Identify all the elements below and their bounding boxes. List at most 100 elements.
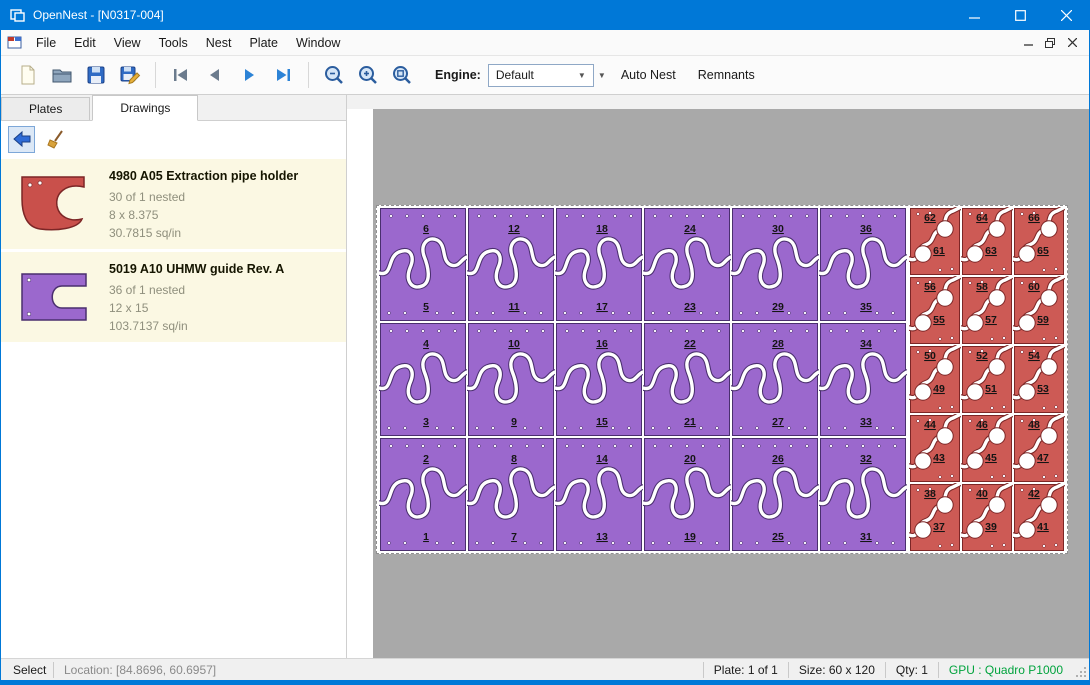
zoom-out-icon[interactable] xyxy=(319,60,349,90)
nested-part-pair[interactable]: 109 xyxy=(467,322,555,437)
engine-dropdown-arrow-icon[interactable]: ▼ xyxy=(594,64,610,87)
part-number: 41 xyxy=(1037,521,1049,533)
auto-nest-button[interactable]: Auto Nest xyxy=(621,68,676,82)
nested-part-pair[interactable]: 1615 xyxy=(555,322,643,437)
engine-select[interactable]: Default ▼ xyxy=(488,64,594,87)
left-panel: Plates Drawings xyxy=(1,95,347,658)
part-number: 25 xyxy=(772,531,784,543)
back-arrow-icon[interactable] xyxy=(8,126,35,153)
nested-part-pair[interactable]: 5453 xyxy=(1013,345,1065,414)
opennest-window: OpenNest - [N0317-004] File Edit View To… xyxy=(0,0,1090,685)
mdi-restore-icon[interactable] xyxy=(1039,33,1061,53)
nested-part-pair[interactable]: 21 xyxy=(379,437,467,552)
nested-part-pair[interactable]: 2221 xyxy=(643,322,731,437)
nested-part-pair[interactable]: 24 23 xyxy=(643,207,731,322)
part-number: 54 xyxy=(1028,350,1040,362)
nested-part-pair[interactable]: 3433 xyxy=(819,322,907,437)
remnants-button[interactable]: Remnants xyxy=(698,68,755,82)
plate[interactable]: 6512111817242330293635431091615222128273… xyxy=(376,205,1068,554)
nest-canvas[interactable]: 6512111817242330293635431091615222128273… xyxy=(347,95,1089,658)
part-number: 57 xyxy=(985,314,997,326)
app-icon xyxy=(1,7,33,23)
new-document-icon[interactable] xyxy=(13,60,43,90)
mdi-minimize-icon[interactable] xyxy=(1017,33,1039,53)
part-number: 22 xyxy=(684,338,696,350)
menu-window[interactable]: Window xyxy=(287,30,349,55)
nested-part-pair[interactable]: 43 xyxy=(379,322,467,437)
drawing-list: 4980 A05 Extraction pipe holder 30 of 1 … xyxy=(1,157,346,658)
part-number: 24 xyxy=(684,223,696,235)
nested-part-pair[interactable]: 4241 xyxy=(1013,483,1065,552)
menu-nest[interactable]: Nest xyxy=(197,30,241,55)
maximize-icon[interactable] xyxy=(997,0,1043,30)
menu-plate[interactable]: Plate xyxy=(240,30,287,55)
drawing-size: 8 x 8.375 xyxy=(109,206,298,224)
nested-part-pair[interactable]: 4645 xyxy=(961,414,1013,483)
go-next-icon[interactable] xyxy=(234,60,264,90)
part-number: 14 xyxy=(596,453,608,465)
go-first-icon[interactable] xyxy=(166,60,196,90)
menu-file[interactable]: File xyxy=(27,30,65,55)
nested-part-pair[interactable]: 3231 xyxy=(819,437,907,552)
nested-part-pair[interactable]: 1817 xyxy=(555,207,643,322)
save-as-icon[interactable] xyxy=(115,60,145,90)
part-number: 36 xyxy=(860,223,872,235)
drawing-title: 5019 A10 UHMW guide Rev. A xyxy=(109,262,284,276)
menu-tools[interactable]: Tools xyxy=(150,30,197,55)
nested-part-pair[interactable]: 65 xyxy=(379,207,467,322)
nested-part-pair[interactable]: 5655 xyxy=(909,276,961,345)
nested-part-pair[interactable]: 1413 xyxy=(555,437,643,552)
mdi-close-icon[interactable] xyxy=(1061,33,1083,53)
part-number: 30 xyxy=(772,223,784,235)
nested-part-pair[interactable]: 4443 xyxy=(909,414,961,483)
part-number: 23 xyxy=(684,301,696,313)
title-bar: OpenNest - [N0317-004] xyxy=(1,0,1089,30)
nested-part-pair[interactable]: 2625 xyxy=(731,437,819,552)
go-previous-icon[interactable] xyxy=(200,60,230,90)
nested-part-pair[interactable]: 2827 xyxy=(731,322,819,437)
menu-bar: File Edit View Tools Nest Plate Window xyxy=(1,30,1089,56)
part-number: 44 xyxy=(924,419,936,431)
nested-part-pair[interactable]: 1211 xyxy=(467,207,555,322)
nested-part-pair[interactable]: 4847 xyxy=(1013,414,1065,483)
nested-part-pair[interactable]: 3635 xyxy=(819,207,907,322)
nested-part-pair[interactable]: 6261 xyxy=(909,207,961,276)
nested-part-pair[interactable]: 3029 xyxy=(731,207,819,322)
resize-grip[interactable] xyxy=(1073,659,1089,680)
part-number: 10 xyxy=(508,338,520,350)
go-last-icon[interactable] xyxy=(268,60,298,90)
list-item[interactable]: 4980 A05 Extraction pipe holder 30 of 1 … xyxy=(1,159,346,249)
nested-part-pair[interactable]: 3837 xyxy=(909,483,961,552)
tab-plates[interactable]: Plates xyxy=(1,97,90,120)
nested-part-pair[interactable]: 6059 xyxy=(1013,276,1065,345)
gpu-status: GPU : Quadro P1000 xyxy=(939,663,1073,677)
nested-part-pair[interactable]: 87 xyxy=(467,437,555,552)
drawings-toolbar xyxy=(1,121,346,157)
menu-edit[interactable]: Edit xyxy=(65,30,105,55)
tab-drawings[interactable]: Drawings xyxy=(92,95,198,121)
nested-part-pair[interactable]: 4039 xyxy=(961,483,1013,552)
nested-part-pair[interactable]: 2019 xyxy=(643,437,731,552)
nested-part-pair[interactable]: 6665 xyxy=(1013,207,1065,276)
drawing-area: 103.7137 sq/in xyxy=(109,317,284,335)
minimize-icon[interactable] xyxy=(951,0,997,30)
part-number: 31 xyxy=(860,531,872,543)
zoom-in-icon[interactable] xyxy=(353,60,383,90)
window-bottom-border xyxy=(1,680,1089,685)
menu-view[interactable]: View xyxy=(105,30,150,55)
part-thumbnail-red xyxy=(9,166,99,242)
close-icon[interactable] xyxy=(1043,0,1089,30)
clean-broom-icon[interactable] xyxy=(42,126,69,153)
open-file-icon[interactable] xyxy=(47,60,77,90)
save-icon[interactable] xyxy=(81,60,111,90)
part-number: 60 xyxy=(1028,281,1040,293)
window-title: OpenNest - [N0317-004] xyxy=(33,8,951,22)
nested-part-pair[interactable]: 6463 xyxy=(961,207,1013,276)
engine-selected-value: Default xyxy=(496,68,534,82)
nested-part-pair[interactable]: 5049 xyxy=(909,345,961,414)
nested-part-pair[interactable]: 5857 xyxy=(961,276,1013,345)
zoom-fit-icon[interactable] xyxy=(387,60,417,90)
nested-part-pair[interactable]: 5251 xyxy=(961,345,1013,414)
engine-label: Engine: xyxy=(435,68,481,82)
list-item[interactable]: 5019 A10 UHMW guide Rev. A 36 of 1 neste… xyxy=(1,252,346,342)
